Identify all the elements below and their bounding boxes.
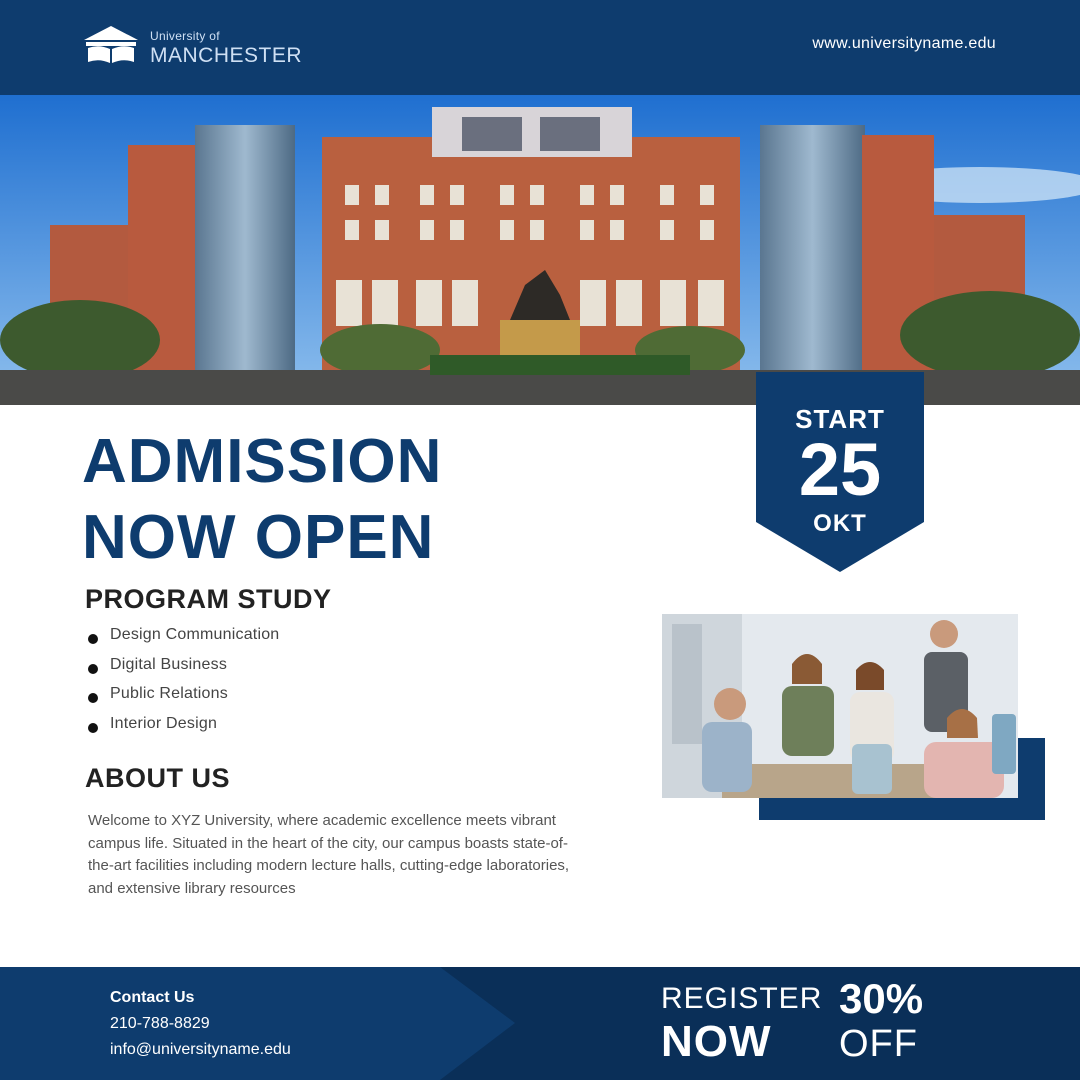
program-study-title: PROGRAM STUDY <box>85 584 332 614</box>
logo-subtitle: University of <box>150 29 220 43</box>
contact-title: Contact Us <box>110 989 195 1006</box>
logo-title: MANCHESTER <box>150 44 303 67</box>
students-photo <box>662 614 1018 798</box>
contact-email[interactable]: info@universityname.edu <box>110 1041 291 1059</box>
badge-day: 25 <box>798 428 882 511</box>
headline-line-1: ADMISSION <box>82 427 443 496</box>
open-book-logo-icon <box>84 26 138 63</box>
about-us-title: ABOUT US <box>85 763 230 793</box>
discount-percent: 30% <box>839 975 924 1022</box>
register-label[interactable]: REGISTER <box>661 982 822 1016</box>
badge-month: OKT <box>813 510 867 537</box>
about-us-text: Welcome to XYZ University, where academi… <box>88 812 570 897</box>
campus-building-photo <box>0 95 1080 405</box>
headline: ADMISSION NOW OPEN <box>82 424 442 576</box>
program-item-label: Digital Business <box>110 655 228 673</box>
bullet-icon <box>88 722 98 733</box>
headline-line-2: NOW OPEN <box>82 503 435 572</box>
program-item-label: Public Relations <box>110 685 228 702</box>
register-now-label[interactable]: NOW <box>661 1017 772 1067</box>
program-item-label: Interior Design <box>110 714 218 732</box>
footer-bar: Contact Us 210-788-8829 info@universityn… <box>0 967 1080 1080</box>
list-item: Digital Business <box>86 656 279 686</box>
bullet-icon <box>88 634 98 644</box>
bullet-icon <box>88 663 98 674</box>
website-link[interactable]: www.universityname.edu <box>812 35 996 53</box>
list-item: Public Relations <box>86 685 279 715</box>
program-list: Design Communication Digital Business Pu… <box>86 626 279 744</box>
contact-phone[interactable]: 210-788-8829 <box>110 1015 210 1033</box>
discount-off-label: OFF <box>839 1023 918 1065</box>
header-bar: University of MANCHESTER www.universityn… <box>0 0 1080 95</box>
list-item: Design Communication <box>86 626 279 656</box>
list-item: Interior Design <box>86 715 279 745</box>
bullet-icon <box>88 693 98 703</box>
start-date-badge: START 25 OKT <box>756 372 924 572</box>
program-item-label: Design Communication <box>110 626 280 643</box>
